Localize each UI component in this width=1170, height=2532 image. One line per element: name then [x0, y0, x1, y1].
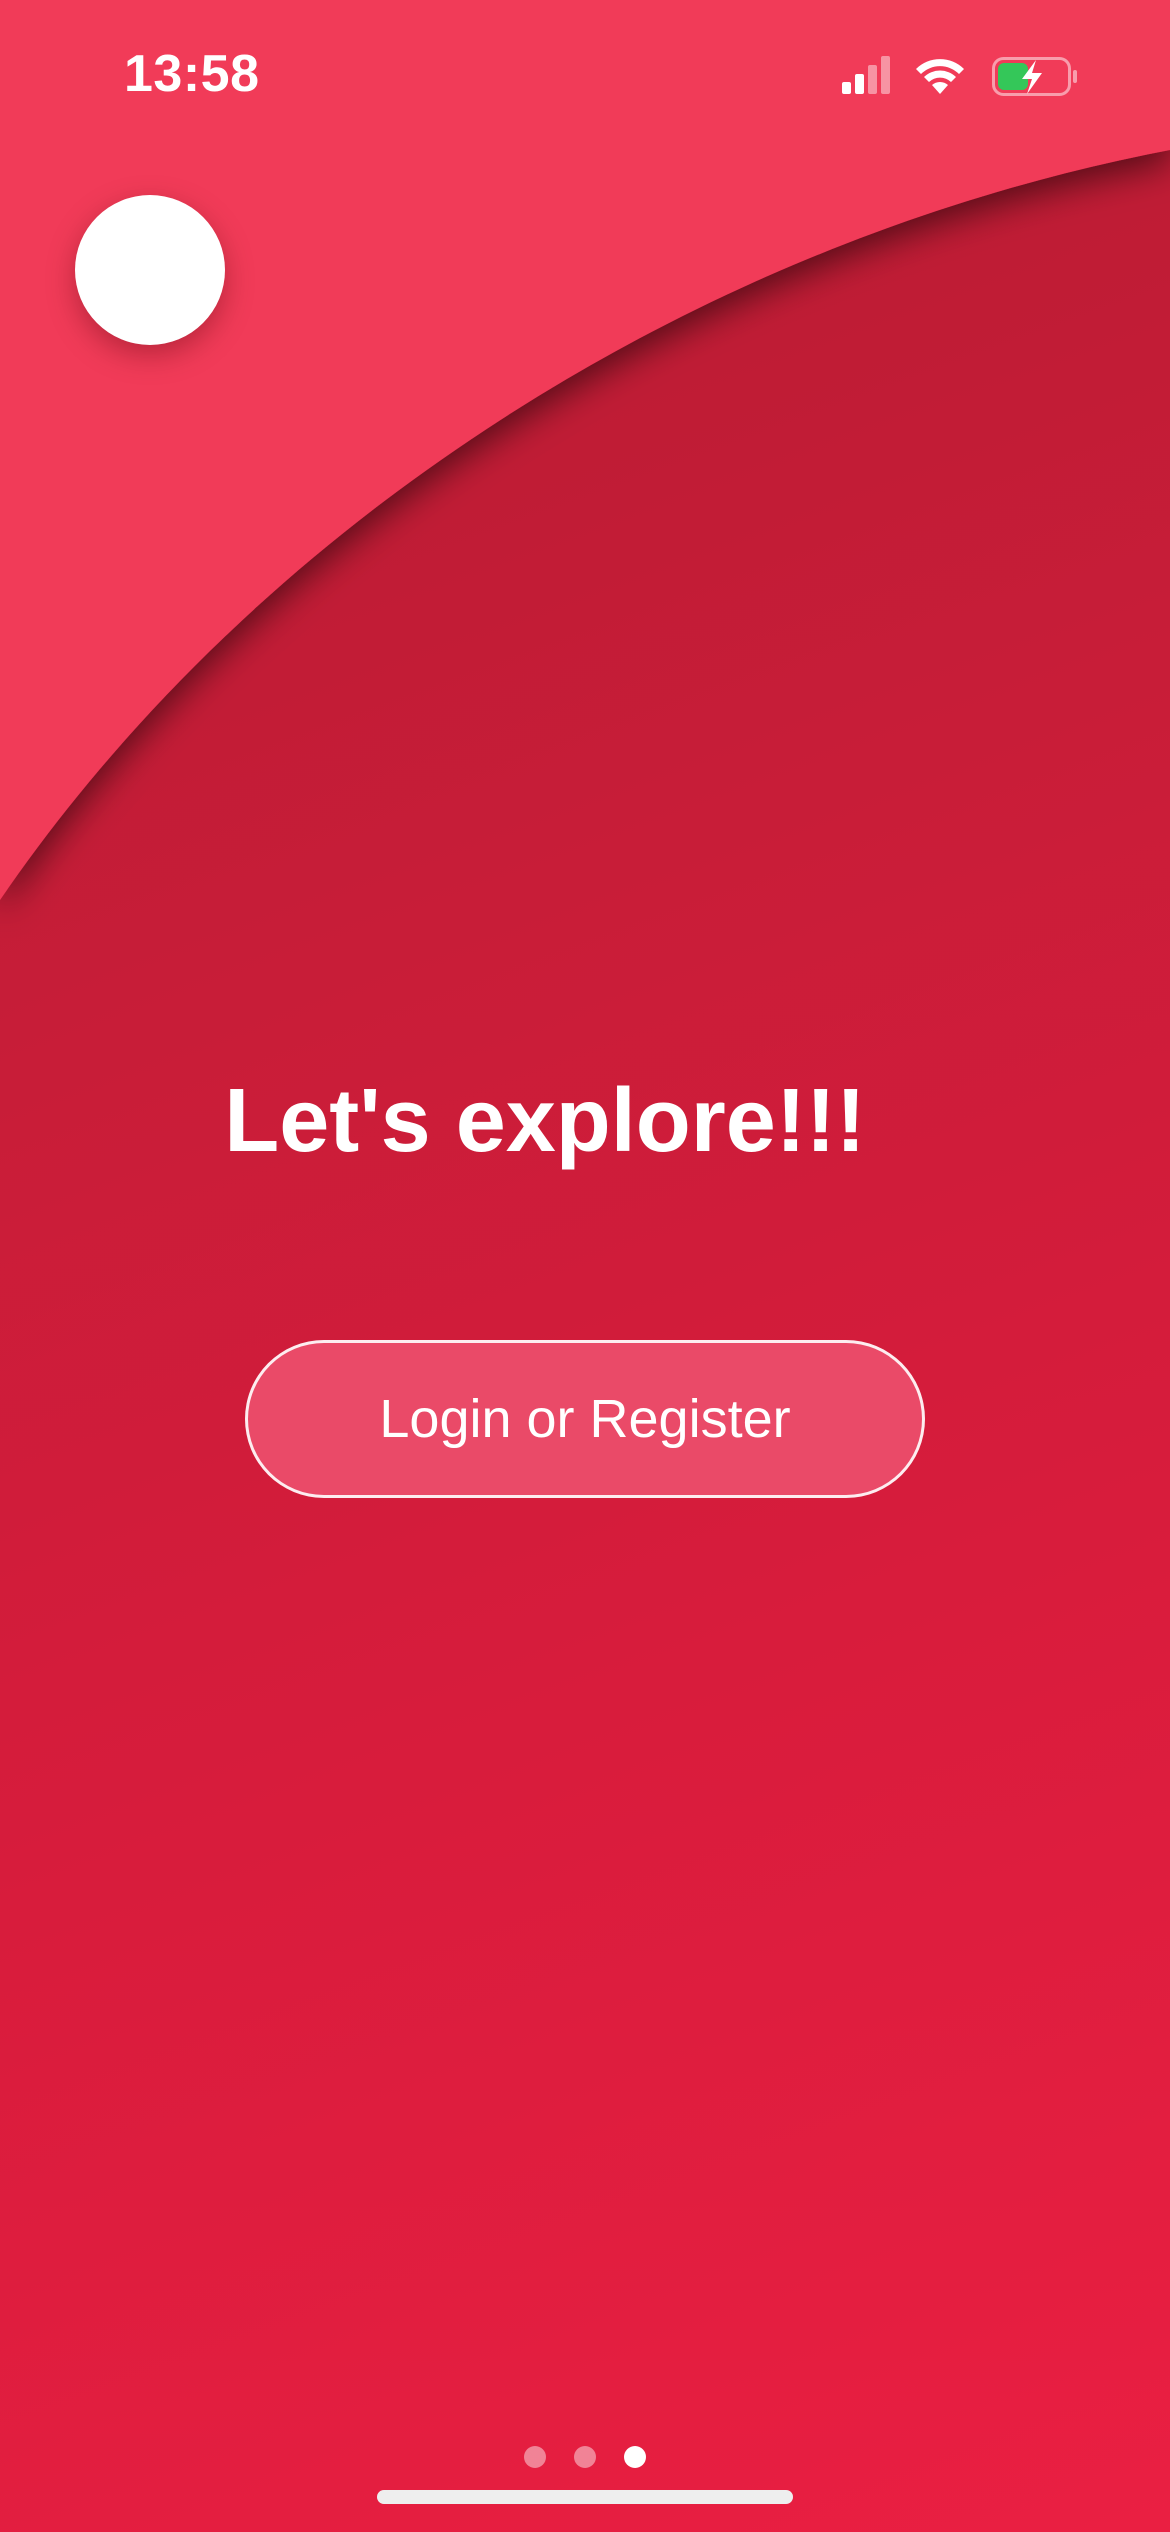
status-icons	[842, 56, 1077, 96]
status-time: 13:58	[124, 45, 260, 103]
onboarding-screen: 13:58 Let's explore!!! Login or Register	[0, 0, 1170, 2532]
page-dot-2[interactable]	[574, 2446, 596, 2468]
page-dot-1[interactable]	[524, 2446, 546, 2468]
background-curve	[0, 0, 1170, 900]
page-indicator	[0, 2446, 1170, 2468]
page-dot-3-active[interactable]	[624, 2446, 646, 2468]
home-indicator[interactable]	[377, 2490, 793, 2504]
welcome-headline: Let's explore!!!	[224, 1071, 866, 1171]
profile-avatar[interactable]	[75, 195, 225, 345]
battery-charging-icon	[992, 57, 1077, 96]
status-bar: 13:58	[0, 0, 1170, 150]
wifi-icon	[916, 59, 964, 94]
cellular-signal-icon	[842, 56, 890, 94]
login-register-label: Login or Register	[379, 1389, 791, 1449]
login-register-button[interactable]: Login or Register	[245, 1340, 925, 1498]
